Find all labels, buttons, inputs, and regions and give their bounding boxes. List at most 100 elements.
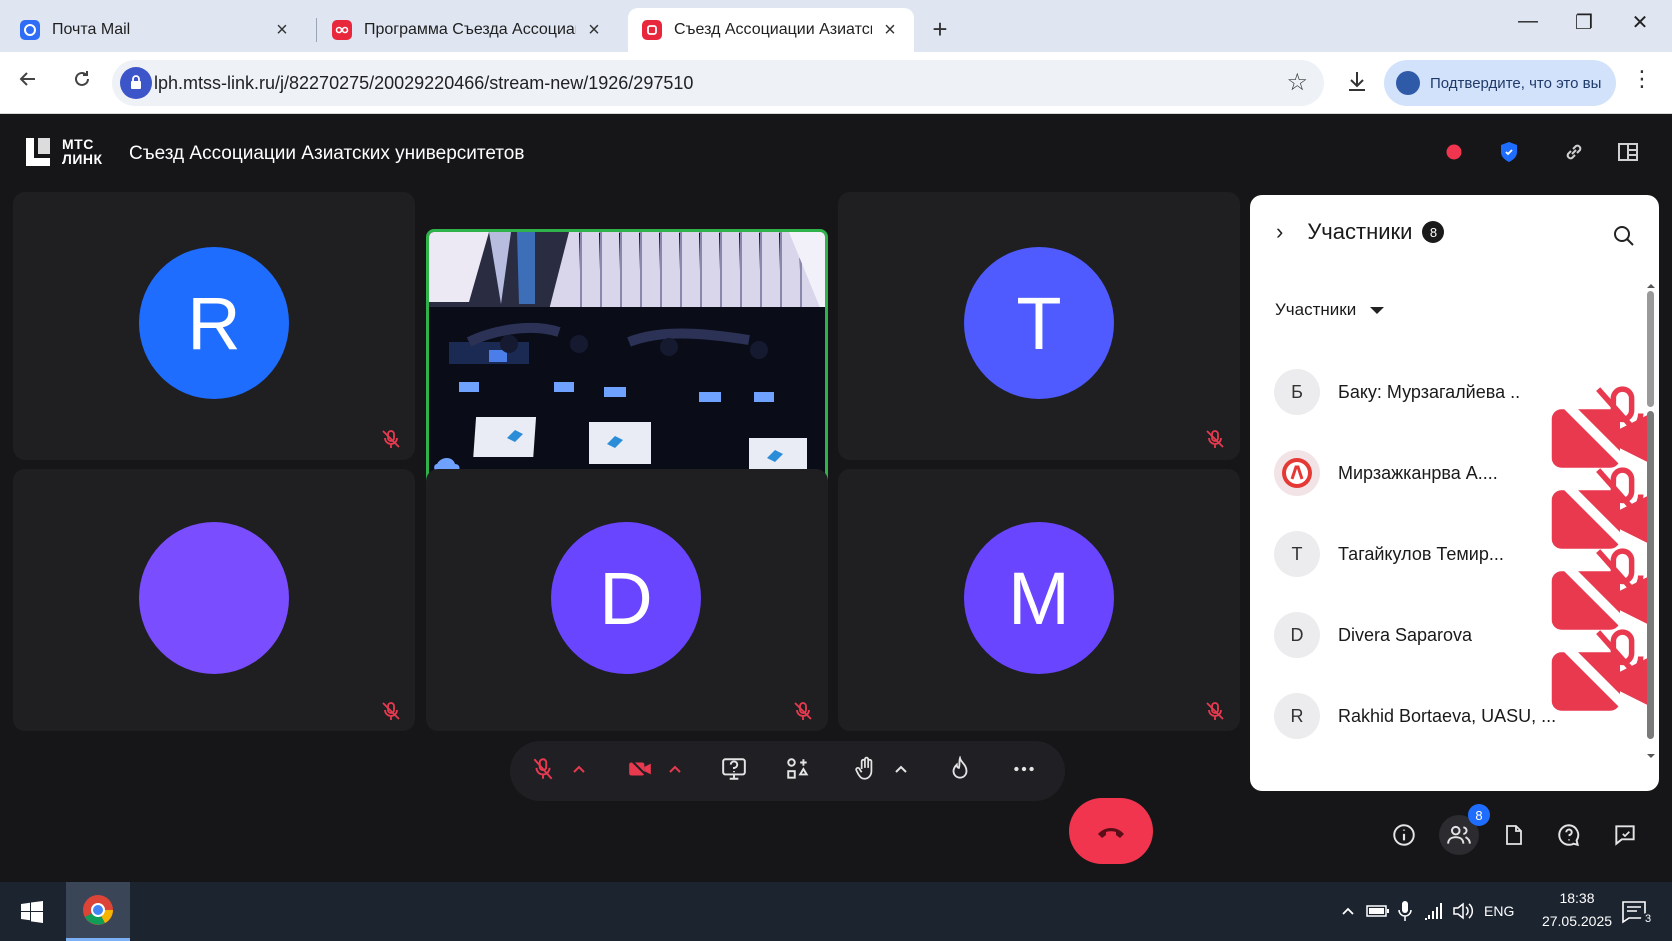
notifications-count: 3 <box>1641 913 1655 925</box>
info-button[interactable] <box>1384 815 1424 855</box>
raise-hand-button[interactable] <box>848 751 884 787</box>
camera-toggle[interactable] <box>622 751 658 787</box>
windows-logo-icon <box>21 901 43 923</box>
mts-link-favicon-icon <box>332 20 352 40</box>
bookmark-star-icon[interactable]: ☆ <box>1286 68 1308 97</box>
camera-options-chevron-icon[interactable] <box>667 761 683 777</box>
site-info-icon[interactable] <box>120 67 152 99</box>
tab-divider <box>316 18 317 42</box>
verify-label: Подтвердите, что это вы <box>1430 74 1602 92</box>
participant-tile-unnamed[interactable] <box>13 469 415 731</box>
reactions-button[interactable] <box>942 751 978 787</box>
browser-toolbar: lph.mtss-link.ru/j/82270275/20029220466/… <box>0 52 1672 114</box>
shield-icon <box>1501 142 1517 162</box>
url-text[interactable]: lph.mtss-link.ru/j/82270275/20029220466/… <box>154 73 693 94</box>
fire-icon <box>952 756 968 779</box>
browser-tab-bar: Почта Mail × Программа Съезда Ассоциаци … <box>0 0 1672 52</box>
close-window-button[interactable]: ✕ <box>1620 10 1660 35</box>
maximize-button[interactable]: ❐ <box>1564 10 1604 35</box>
mail-favicon-icon <box>20 20 40 40</box>
verify-profile-button[interactable]: Подтвердите, что это вы <box>1384 60 1616 106</box>
avatar: R <box>139 247 289 399</box>
apps-button[interactable] <box>780 751 816 787</box>
wifi-icon[interactable] <box>1421 898 1447 924</box>
more-options-button[interactable] <box>1006 751 1042 787</box>
layout-button[interactable] <box>1610 134 1646 170</box>
conference-hall-video[interactable] <box>426 229 828 490</box>
back-arrow-icon <box>19 72 35 86</box>
brand-logo: МТС ЛИНК <box>24 136 103 168</box>
document-icon <box>1506 825 1522 845</box>
address-bar[interactable]: lph.mtss-link.ru/j/82270275/20029220466/… <box>112 60 1324 106</box>
new-tab-button[interactable]: + <box>925 14 955 45</box>
download-icon <box>1349 72 1365 91</box>
brand-line1: МТС <box>62 136 94 152</box>
tab-congress-title: Съезд Ассоциации Азиатски <box>674 21 872 38</box>
participant-avatar: Т <box>1274 531 1320 577</box>
files-button[interactable] <box>1494 815 1534 855</box>
participant-name: Тагайкулов Темир... <box>1338 543 1504 564</box>
org-logo-icon <box>1282 458 1312 488</box>
back-button[interactable] <box>12 66 44 98</box>
brand-line2: ЛИНК <box>62 151 103 167</box>
scrollbar-thumb-secondary[interactable] <box>1647 411 1654 739</box>
taskbar-chrome[interactable] <box>66 882 130 941</box>
microphone-toggle[interactable] <box>525 751 561 787</box>
tab-congress-close-icon[interactable]: × <box>880 19 900 42</box>
hand-options-chevron-icon[interactable] <box>893 761 909 777</box>
mic-options-chevron-icon[interactable] <box>571 761 587 777</box>
participant-name: Баку: Мурзагалйева ... <box>1338 381 1520 402</box>
hall-video-image <box>429 232 825 487</box>
tab-mail[interactable]: Почта Mail × <box>6 8 306 52</box>
chat-button[interactable] <box>1605 815 1645 855</box>
collapse-panel-chevron-icon[interactable]: › <box>1276 219 1283 245</box>
tab-congress[interactable]: Съезд Ассоциации Азиатски × <box>628 8 914 52</box>
volume-icon[interactable] <box>1450 898 1476 924</box>
participant-tile-r[interactable]: R <box>13 192 415 460</box>
camera-off-icon <box>629 758 651 780</box>
battery-icon[interactable] <box>1365 900 1391 922</box>
tab-mail-close-icon[interactable]: × <box>272 19 292 42</box>
search-icon[interactable] <box>1611 223 1637 249</box>
clock-time[interactable]: 18:38 <box>1545 890 1609 906</box>
participants-filter-dropdown[interactable]: Участники <box>1275 300 1385 320</box>
copy-link-button[interactable] <box>1556 134 1592 170</box>
tab-programme-title: Программа Съезда Ассоциаци <box>364 21 576 38</box>
hangup-phone-icon <box>1098 828 1124 838</box>
scrollbar-thumb[interactable] <box>1647 291 1654 407</box>
input-language[interactable]: ENG <box>1484 903 1514 919</box>
reload-icon <box>75 71 89 86</box>
event-title: Съезд Ассоциации Азиатских университетов <box>129 143 525 164</box>
info-icon <box>1393 824 1415 846</box>
tab-programme[interactable]: Программа Съезда Ассоциаци × <box>318 8 618 52</box>
questions-button[interactable] <box>1549 815 1589 855</box>
layout-icon <box>1618 143 1638 161</box>
mic-off-icon <box>382 702 400 720</box>
reload-button[interactable] <box>66 66 98 98</box>
participant-tile-t[interactable]: T <box>838 192 1240 460</box>
downloads-button[interactable] <box>1340 66 1374 98</box>
tray-overflow-chevron-icon[interactable] <box>1337 900 1359 922</box>
caret-down-icon <box>1370 306 1385 314</box>
participant-tile-d[interactable]: D <box>426 469 828 731</box>
participants-count-badge: 8 <box>1468 804 1490 826</box>
panel-header: › Участники 8 <box>1276 219 1445 245</box>
mts-link-logo-icon <box>26 138 50 166</box>
avatar <box>139 522 289 674</box>
security-button[interactable] <box>1491 134 1527 170</box>
screen-share-button[interactable] <box>716 751 752 787</box>
start-button[interactable] <box>16 896 48 928</box>
profile-avatar <box>1396 71 1420 95</box>
participant-avatar-logo <box>1274 450 1320 496</box>
windows-taskbar: ENG 18:38 27.05.2025 3 <box>0 882 1672 941</box>
tab-programme-close-icon[interactable]: × <box>584 19 604 42</box>
participant-avatar: D <box>1274 612 1320 658</box>
browser-menu-button[interactable]: ⋮ <box>1630 66 1654 92</box>
avatar: D <box>551 522 701 674</box>
participant-tile-m[interactable]: M <box>838 469 1240 731</box>
microphone-tray-icon[interactable] <box>1394 898 1416 924</box>
mic-off-icon <box>1206 702 1224 720</box>
clock-date[interactable]: 27.05.2025 <box>1527 913 1627 929</box>
mic-off-icon <box>382 430 400 448</box>
minimize-button[interactable]: — <box>1508 10 1548 33</box>
